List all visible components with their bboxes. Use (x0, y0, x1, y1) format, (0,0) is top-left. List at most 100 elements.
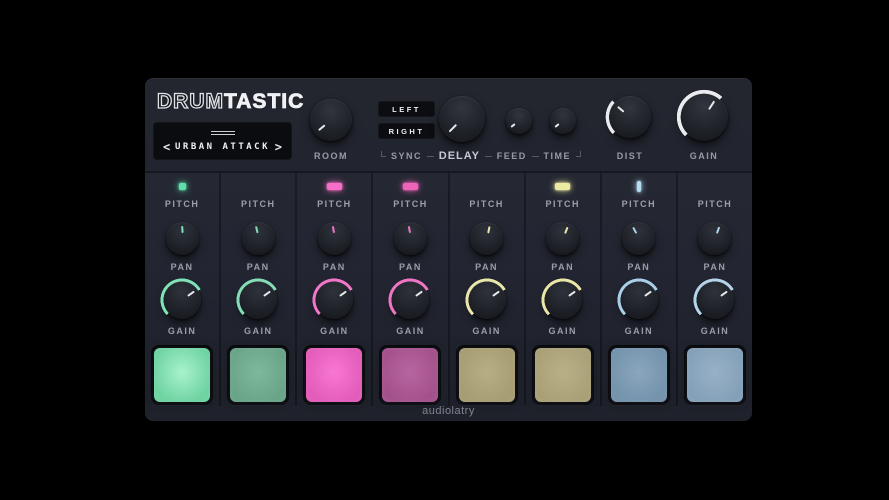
pad-well (532, 345, 594, 405)
channel-gain-knob[interactable] (163, 281, 201, 319)
channel-strip: PITCH PAN GAIN (221, 173, 297, 406)
pad-well (684, 345, 746, 405)
sync-label: SYNC (391, 151, 422, 161)
channel-led (327, 182, 342, 191)
preset-next-button[interactable]: > (275, 141, 282, 153)
pad-well (151, 345, 213, 405)
pitch-label: PITCH (469, 199, 504, 209)
gain-label: GAIN (625, 326, 654, 336)
drum-pad[interactable] (154, 348, 210, 402)
pan-label: PAN (475, 262, 498, 272)
time-label: TIME (544, 151, 572, 161)
master-gain-knob[interactable] (680, 93, 728, 141)
channel-gain-knob[interactable] (468, 281, 506, 319)
gain-label: GAIN (320, 326, 349, 336)
gain-label: GAIN (548, 326, 577, 336)
drum-pad[interactable] (459, 348, 515, 402)
pan-label: PAN (399, 262, 422, 272)
pitch-knob[interactable] (394, 222, 427, 255)
connector-line (427, 156, 434, 157)
channel-gain-knob[interactable] (544, 281, 582, 319)
channel-strip: PITCH PAN GAIN (145, 173, 221, 406)
preset-name[interactable]: URBAN ATTACK (175, 142, 270, 152)
preset-menu-icon (211, 129, 235, 137)
connector-line (485, 156, 492, 157)
pitch-label: PITCH (622, 199, 657, 209)
pitch-knob[interactable] (318, 222, 351, 255)
gain-label: GAIN (396, 326, 425, 336)
preset-prev-button[interactable]: < (163, 141, 170, 153)
drum-pad[interactable] (611, 348, 667, 402)
pan-label: PAN (323, 262, 346, 272)
delay-knob[interactable] (439, 96, 485, 142)
plugin-logo: DRUMTASTIC (157, 90, 304, 114)
pitch-knob[interactable] (470, 222, 503, 255)
fx-label-row: SYNC DELAY FEED TIME (381, 150, 581, 162)
bracket-left (381, 151, 386, 157)
channel-led (179, 182, 186, 191)
channel-gain-knob[interactable] (620, 281, 658, 319)
pitch-label: PITCH (393, 199, 428, 209)
sync-left-button[interactable]: LEFT (378, 101, 435, 117)
preset-selector: < URBAN ATTACK > (153, 122, 292, 160)
channel-led (637, 182, 641, 191)
drum-pad[interactable] (306, 348, 362, 402)
pitch-knob[interactable] (546, 222, 579, 255)
master-gain-label: GAIN (690, 151, 719, 161)
channel-strip: PITCH PAN GAIN (373, 173, 449, 406)
drum-pad[interactable] (535, 348, 591, 402)
connector-line (532, 156, 539, 157)
sync-right-button[interactable]: RIGHT (378, 123, 435, 139)
room-label: ROOM (314, 151, 348, 161)
pitch-label: PITCH (317, 199, 352, 209)
logo-part-drum: DRUM (157, 90, 224, 113)
drum-pad[interactable] (382, 348, 438, 402)
room-knob[interactable] (310, 99, 352, 141)
gain-label: GAIN (701, 326, 730, 336)
pad-well (303, 345, 365, 405)
dist-knob[interactable] (609, 96, 651, 138)
channel-strip: PITCH PAN GAIN (678, 173, 752, 406)
gain-label: GAIN (472, 326, 501, 336)
channel-led (403, 182, 418, 191)
pad-well (379, 345, 441, 405)
channel-strip: PITCH PAN GAIN (450, 173, 526, 406)
pitch-knob[interactable] (242, 222, 275, 255)
desktop-background: DRUMTASTIC < URBAN ATTACK > ROOM LEFT RI… (0, 0, 889, 500)
pan-label: PAN (704, 262, 727, 272)
pan-label: PAN (247, 262, 270, 272)
delay-label: DELAY (439, 150, 480, 162)
channel-gain-knob[interactable] (239, 281, 277, 319)
channel-gain-knob[interactable] (315, 281, 353, 319)
pad-well (608, 345, 670, 405)
bracket-right (576, 151, 581, 157)
gain-label: GAIN (168, 326, 197, 336)
pan-label: PAN (627, 262, 650, 272)
logo-part-tastic: TASTIC (224, 90, 304, 113)
channel-strip: PITCH PAN GAIN (526, 173, 602, 406)
feed-knob[interactable] (506, 108, 532, 134)
pitch-knob[interactable] (166, 222, 199, 255)
gain-label: GAIN (244, 326, 273, 336)
pitch-label: PITCH (545, 199, 580, 209)
plugin-window: DRUMTASTIC < URBAN ATTACK > ROOM LEFT RI… (145, 78, 752, 421)
time-knob[interactable] (550, 108, 576, 134)
channel-gain-knob[interactable] (391, 281, 429, 319)
pitch-knob[interactable] (622, 222, 655, 255)
pan-label: PAN (171, 262, 194, 272)
drum-pad[interactable] (230, 348, 286, 402)
header-section: DRUMTASTIC < URBAN ATTACK > ROOM LEFT RI… (145, 78, 752, 171)
channel-strip: PITCH PAN GAIN (602, 173, 678, 406)
pitch-knob[interactable] (698, 222, 731, 255)
drum-pad[interactable] (687, 348, 743, 402)
pad-well (227, 345, 289, 405)
pad-well (456, 345, 518, 405)
channel-gain-knob[interactable] (696, 281, 734, 319)
feed-label: FEED (497, 151, 527, 161)
pitch-label: PITCH (241, 199, 276, 209)
pan-label: PAN (551, 262, 574, 272)
pitch-label: PITCH (165, 199, 200, 209)
channel-area: PITCH PAN GAIN PITCH PAN GAIN PITCH (145, 171, 752, 406)
channel-strip: PITCH PAN GAIN (297, 173, 373, 406)
dist-label: DIST (617, 151, 644, 161)
